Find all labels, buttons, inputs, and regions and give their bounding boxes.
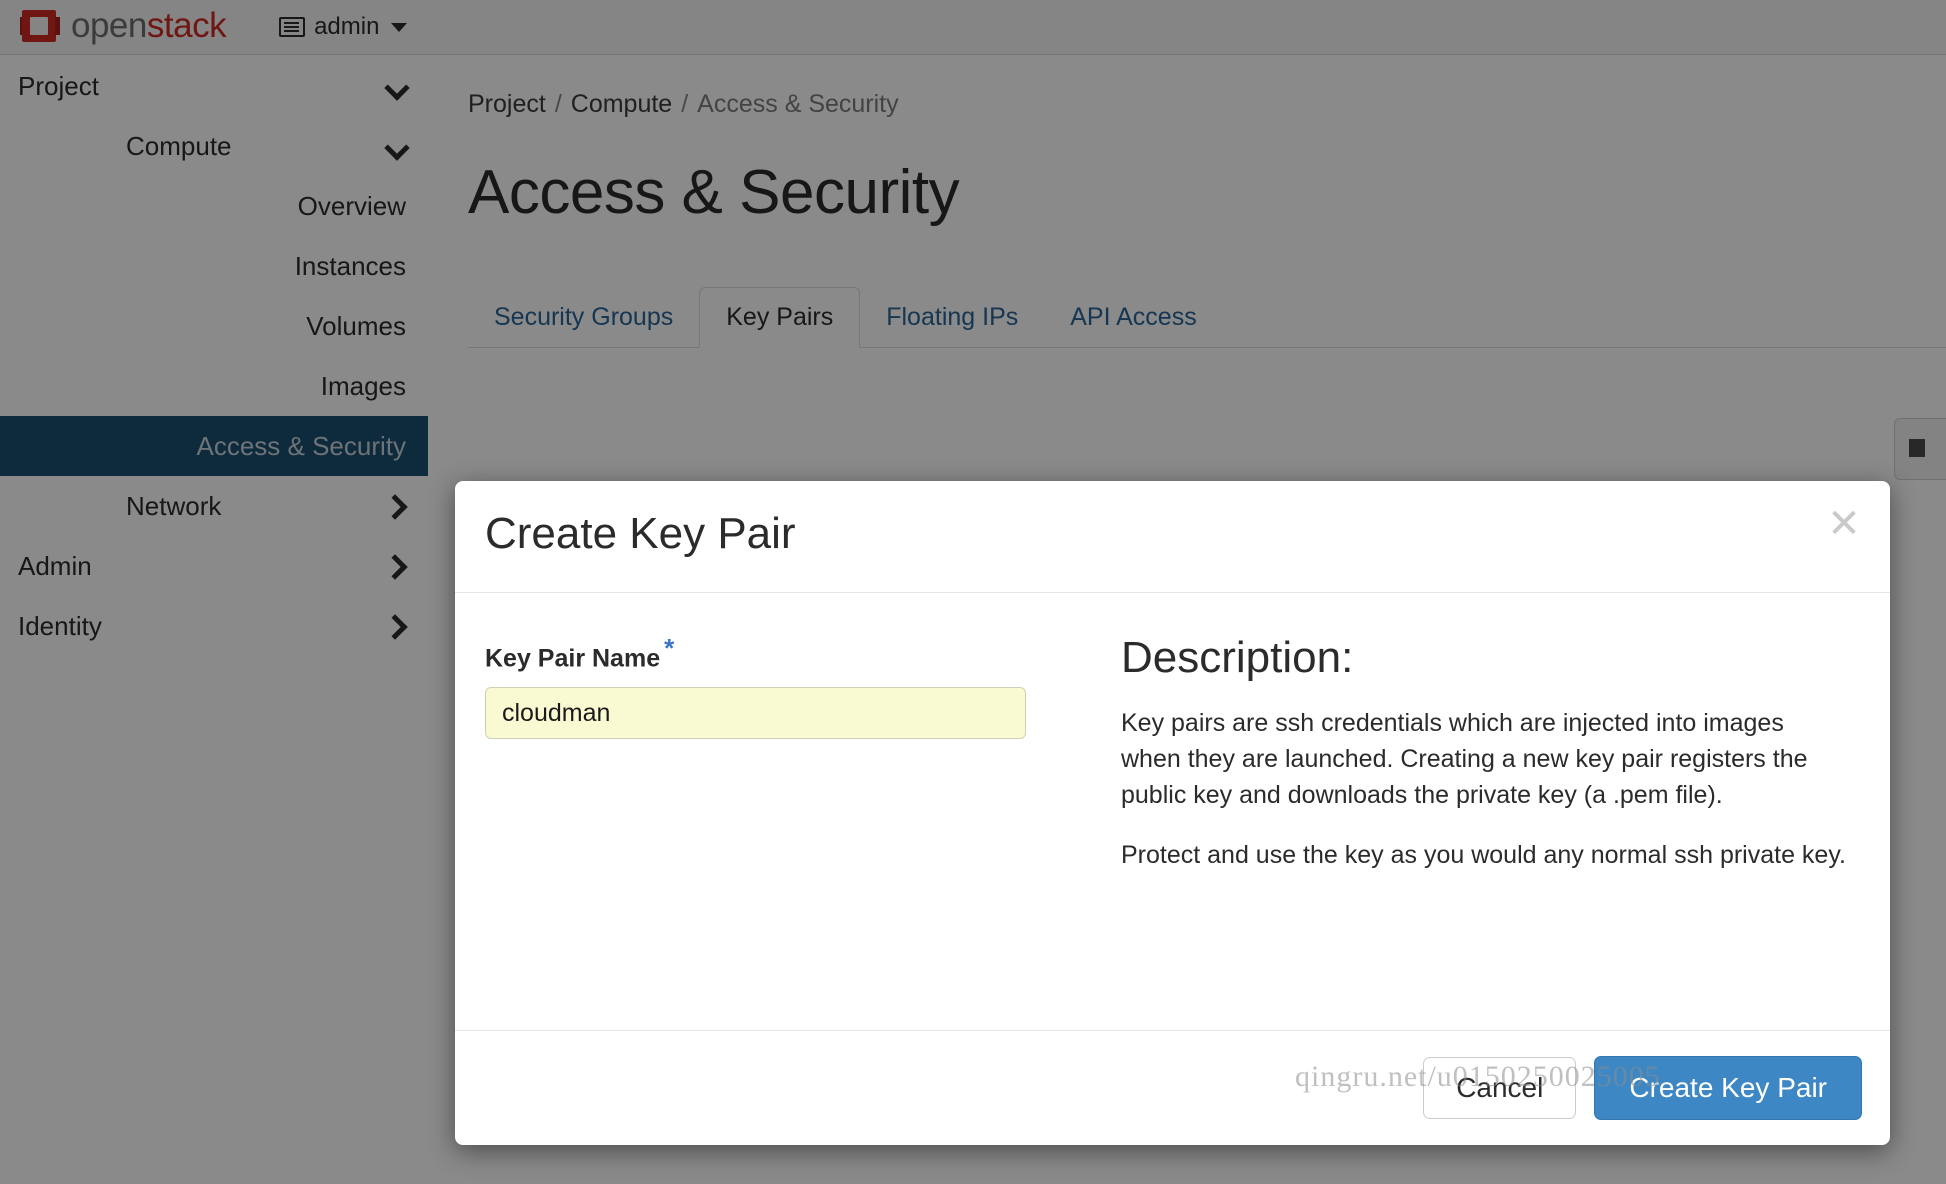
dialog-body: Key Pair Name* Description: Key pairs ar… xyxy=(455,593,1890,1030)
cancel-button[interactable]: Cancel xyxy=(1423,1056,1577,1119)
dialog-header: Create Key Pair ✕ xyxy=(455,481,1890,593)
create-key-pair-button[interactable]: Create Key Pair xyxy=(1594,1055,1862,1120)
required-marker: * xyxy=(664,633,675,663)
close-icon[interactable]: ✕ xyxy=(1824,504,1864,545)
key-pair-name-label-text: Key Pair Name xyxy=(485,644,661,673)
key-pair-name-input[interactable] xyxy=(485,687,1026,740)
description-paragraph: Key pairs are ssh credentials which are … xyxy=(1121,709,1808,809)
key-pair-name-label: Key Pair Name * xyxy=(485,633,674,673)
description-column: Description: Key pairs are ssh credentia… xyxy=(1121,633,1860,1030)
description-paragraph: Protect and use the key as you would any… xyxy=(1121,841,1846,869)
dialog-footer: Cancel Create Key Pair xyxy=(455,1030,1890,1144)
dialog-title: Create Key Pair xyxy=(485,509,796,558)
form-column: Key Pair Name * xyxy=(485,633,1077,1030)
description-heading: Description: xyxy=(1121,633,1354,682)
create-key-pair-dialog: Create Key Pair ✕ Key Pair Name* Descrip… xyxy=(455,481,1890,1145)
